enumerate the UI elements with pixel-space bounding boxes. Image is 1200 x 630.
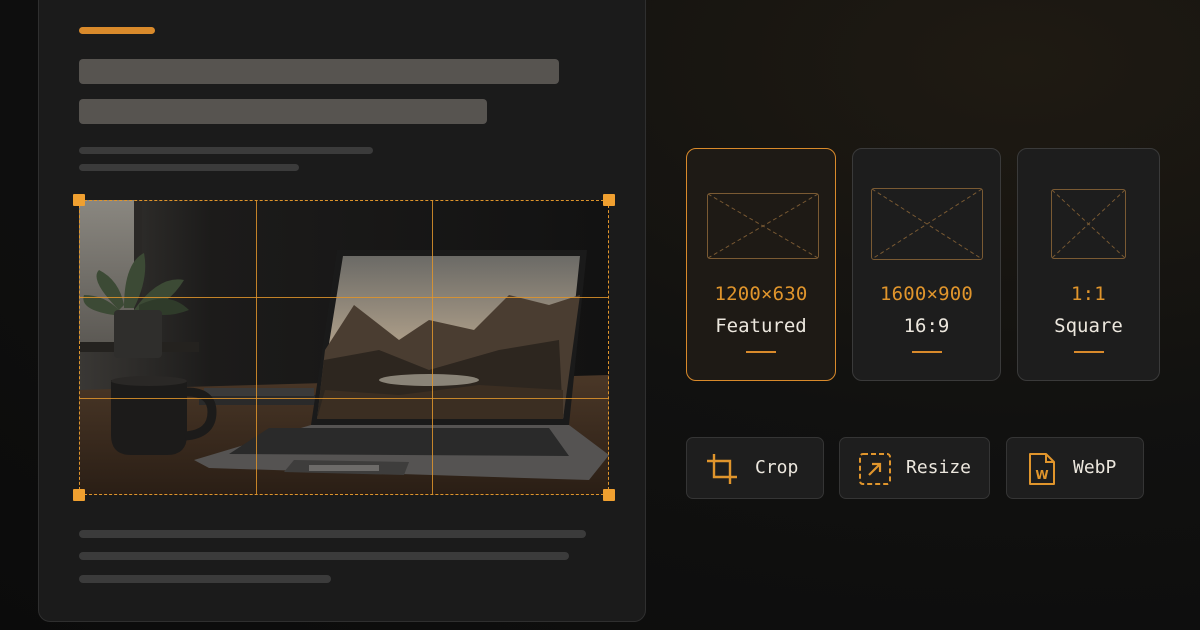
crop-handle-top-left[interactable]	[73, 194, 85, 206]
preset-card-16-9[interactable]: 1600×900 16:9	[852, 148, 1001, 381]
preset-underline	[911, 351, 942, 353]
webp-button-label: WebP	[1073, 457, 1117, 478]
webp-icon-letter: W	[1035, 468, 1048, 482]
webp-button[interactable]: W WebP	[1006, 437, 1144, 499]
crop-grid-line	[80, 297, 608, 298]
crop-button-label: Crop	[755, 457, 799, 478]
landscape-frame-icon	[707, 193, 819, 259]
article-preview-card	[38, 0, 646, 622]
title-placeholder-line-1	[79, 59, 559, 84]
resize-icon	[859, 453, 891, 485]
crop-grid-line	[256, 201, 257, 494]
crop-handle-top-right[interactable]	[603, 194, 615, 206]
preset-label: 16:9	[903, 315, 950, 337]
crop-grid-line	[80, 398, 608, 399]
crop-selection-frame[interactable]	[73, 194, 615, 501]
resize-button-label: Resize	[906, 457, 972, 478]
preset-dimensions: 1600×900	[879, 283, 974, 305]
preset-dimensions: 1:1	[1071, 283, 1106, 305]
body-placeholder-line-1	[79, 530, 586, 538]
crop-grid-line	[432, 201, 433, 494]
crop-handle-bottom-right[interactable]	[603, 489, 615, 501]
category-accent-line	[79, 27, 155, 34]
crop-icon	[707, 454, 737, 484]
preset-label: Featured	[715, 315, 807, 337]
resize-button[interactable]: Resize	[839, 437, 990, 499]
crop-handle-bottom-left[interactable]	[73, 489, 85, 501]
body-placeholder-line-2	[79, 552, 569, 560]
preset-label: Square	[1054, 315, 1123, 337]
preset-card-featured[interactable]: 1200×630 Featured	[686, 148, 836, 381]
preset-dimensions: 1200×630	[714, 283, 808, 305]
preset-underline	[1073, 351, 1104, 353]
meta-placeholder-line-1	[79, 147, 373, 154]
preset-card-square[interactable]: 1:1 Square	[1017, 148, 1160, 381]
crop-button[interactable]: Crop	[686, 437, 824, 499]
square-frame-icon	[1051, 189, 1126, 259]
meta-placeholder-line-2	[79, 164, 299, 171]
webp-file-icon: W	[1029, 453, 1055, 485]
preset-underline	[746, 351, 776, 353]
title-placeholder-line-2	[79, 99, 487, 124]
widescreen-frame-icon	[871, 188, 983, 260]
body-placeholder-line-3	[79, 575, 331, 583]
